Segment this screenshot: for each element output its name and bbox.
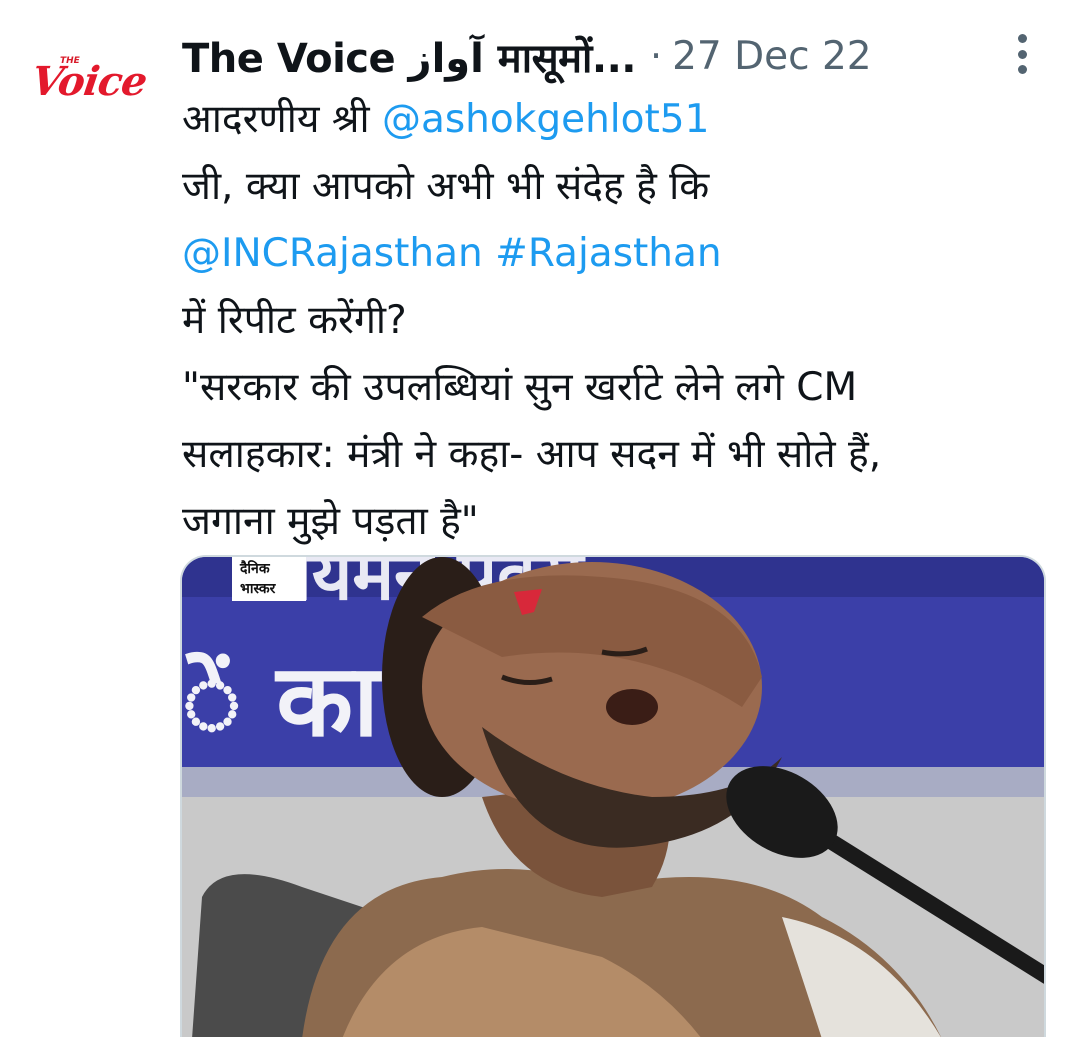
media-photo: ायमन पूवस ें का य, सि [182,557,1044,1037]
tweet-line-4: में रिपीट करेंगी? [182,298,407,343]
tweet-line-7: जगाना मुझे पड़ता है" [182,499,479,544]
source-logo-line1: दैनिक [239,560,271,577]
tweet-line-3: @INCRajasthan #Rajasthan [182,220,1042,287]
tweet-line-6: सलाहकार: मंत्री ने कहा- आप सदन में भी सो… [182,432,882,477]
text-space [483,231,495,276]
header-separator: · [649,34,663,78]
hashtag-link-rajasthan[interactable]: #Rajasthan [495,231,722,276]
tweet-media-image[interactable]: ायमन पूवस ें का य, सि [180,555,1046,1037]
mention-link-incrajasthan[interactable]: @INCRajasthan [182,231,483,276]
author-display-name[interactable]: The Voice آواز मासूमों... [182,29,636,84]
more-vertical-icon[interactable] [1016,34,1028,74]
source-logo-line2: भास्कर [240,581,277,597]
avatar[interactable]: THE Voice [28,52,158,122]
mention-link-ashokgehlot51[interactable]: @ashokgehlot51 [382,97,709,142]
tweet[interactable]: THE Voice The Voice آواز मासूमों... · 27… [0,0,1080,1037]
tweet-timestamp[interactable]: 27 Dec 22 [672,34,872,79]
tweet-header: The Voice آواز मासूमों... · 27 Dec 22 [182,26,1060,86]
text-segment: आदरणीय श्री [182,97,382,142]
tweet-line-1: आदरणीय श्री @ashokgehlot51 [182,86,1042,153]
tweet-line-2: जी, क्या आपको अभी भी संदेह है कि [182,164,710,209]
tweet-line-5: "सरकार की उपलब्धियां सुन खर्राटे लेने लग… [182,365,858,410]
the-voice-logo-icon: Voice [28,58,150,105]
tweet-text: आदरणीय श्री @ashokgehlot51 जी, क्या आपको… [182,86,1042,555]
